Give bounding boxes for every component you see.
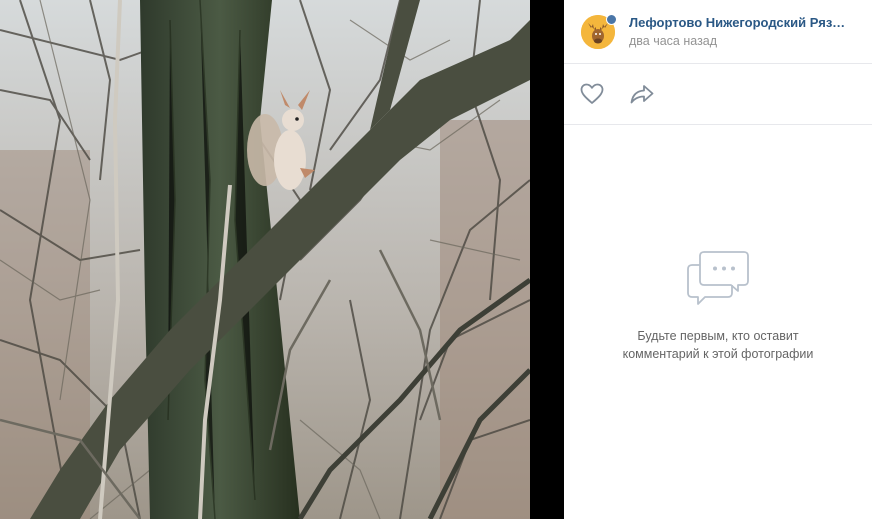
- comments-bubble-icon: [687, 251, 749, 305]
- photo-viewer: Лефортово Нижегородский Рязан... два час…: [0, 0, 872, 519]
- share-button[interactable]: [629, 81, 655, 107]
- photo-image: [0, 0, 530, 519]
- author-info: Лефортово Нижегородский Рязан... два час…: [629, 14, 851, 50]
- author-name-link[interactable]: Лефортово Нижегородский Рязан...: [629, 14, 851, 31]
- author-avatar[interactable]: [581, 13, 617, 49]
- comments-empty-line-2: комментарий к этой фотографии: [622, 347, 814, 361]
- share-arrow-icon: [630, 85, 654, 104]
- post-author: Лефортово Нижегородский Рязан... два час…: [564, 0, 872, 64]
- photo-sidebar: Лефортово Нижегородский Рязан... два час…: [564, 0, 872, 519]
- heart-icon: [580, 83, 604, 104]
- verified-badge-icon: [606, 13, 617, 25]
- comments-empty-text: Будьте первым, кто оставит комментарий к…: [564, 327, 872, 363]
- post-actions: [564, 64, 872, 125]
- photo-area[interactable]: [0, 0, 564, 519]
- photo-squirrel-in-tree[interactable]: [0, 0, 530, 519]
- like-button[interactable]: [579, 81, 605, 107]
- post-time[interactable]: два часа назад: [629, 33, 851, 50]
- comments-empty-line-1: Будьте первым, кто оставит: [637, 329, 799, 343]
- comments-empty-state: Будьте первым, кто оставит комментарий к…: [564, 125, 872, 519]
